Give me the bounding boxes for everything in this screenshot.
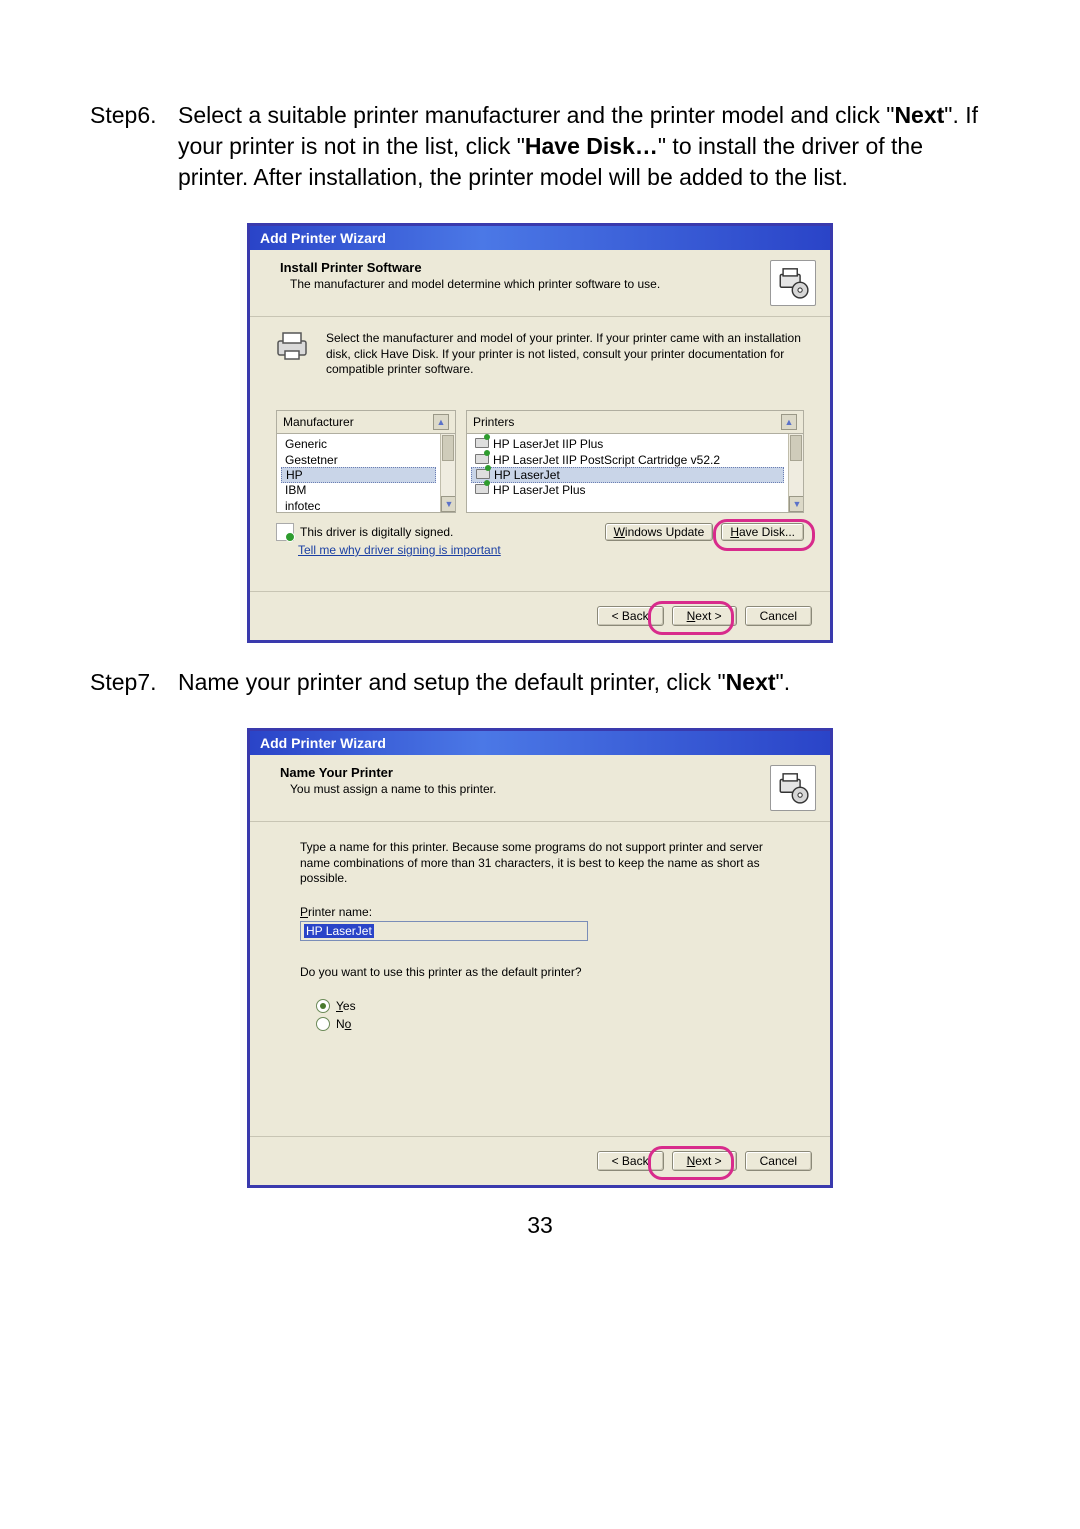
- printer-icon: [276, 331, 312, 361]
- next-button[interactable]: Next >: [672, 606, 737, 626]
- step6-havedisk-bold: Have Disk…: [525, 133, 658, 159]
- back-button[interactable]: < Back: [597, 1151, 664, 1171]
- printer-signed-icon: [475, 484, 489, 496]
- radio-yes[interactable]: Yes: [300, 999, 790, 1013]
- printers-list-header: Printers ▲: [466, 410, 804, 434]
- printer-name-value: HP LaserJet: [304, 924, 374, 938]
- signed-driver-text: This driver is digitally signed.: [300, 525, 453, 539]
- scrollbar-thumb[interactable]: [790, 435, 802, 461]
- list-item[interactable]: IBM: [277, 482, 440, 498]
- driver-signing-link[interactable]: Tell me why driver signing is important: [298, 543, 501, 557]
- scroll-down-icon[interactable]: ▼: [789, 496, 804, 512]
- step6-next-bold: Next: [894, 102, 944, 128]
- step7-label: Step7.: [90, 667, 178, 698]
- wizard1-header-sub: The manufacturer and model determine whi…: [280, 277, 762, 291]
- list-item[interactable]: infotec: [277, 498, 440, 513]
- wizard2-header: Name Your Printer You must assign a name…: [250, 755, 830, 822]
- printer-signed-icon: [476, 469, 490, 481]
- manufacturer-list-header: Manufacturer ▲: [276, 410, 456, 434]
- step6-label: Step6.: [90, 100, 178, 131]
- printers-list[interactable]: HP LaserJet IIP PlusHP LaserJet IIP Post…: [466, 434, 804, 513]
- default-printer-question: Do you want to use this printer as the d…: [300, 965, 790, 981]
- printer-name-label: Printer name:: [300, 905, 790, 919]
- wizard1-body-msg: Select the manufacturer and model of you…: [326, 331, 804, 378]
- signed-driver-icon: [276, 523, 294, 541]
- step7-next-bold: Next: [726, 669, 776, 695]
- step6-block: Step6. Select a suitable printer manufac…: [90, 100, 990, 193]
- list-item[interactable]: HP LaserJet Plus: [467, 482, 788, 498]
- step7-block: Step7. Name your printer and setup the d…: [90, 667, 990, 698]
- back-button[interactable]: < Back: [597, 606, 664, 626]
- wizard2-header-title: Name Your Printer: [280, 765, 762, 780]
- wizard1-header-title: Install Printer Software: [280, 260, 762, 275]
- wizard1-title: Add Printer Wizard: [250, 226, 830, 250]
- cancel-button[interactable]: Cancel: [745, 1151, 812, 1171]
- have-disk-button[interactable]: Have Disk...: [721, 523, 804, 541]
- step7-text-post: ".: [776, 669, 791, 695]
- page-number: 33: [90, 1212, 990, 1239]
- manufacturer-header-label: Manufacturer: [283, 415, 354, 429]
- printer-name-input[interactable]: HP LaserJet: [300, 921, 588, 941]
- wizard2-title: Add Printer Wizard: [250, 731, 830, 755]
- list-item[interactable]: Gestetner: [277, 452, 440, 468]
- manufacturer-list[interactable]: GenericGestetnerHPIBMinfotec ▼: [276, 434, 456, 513]
- list-item[interactable]: Generic: [277, 436, 440, 452]
- wizard2-header-sub: You must assign a name to this printer.: [280, 782, 762, 796]
- wizard1-header: Install Printer Software The manufacture…: [250, 250, 830, 317]
- step7-text: Name your printer and setup the default …: [178, 667, 990, 698]
- list-item[interactable]: HP: [281, 467, 436, 483]
- step6-text-pre: Select a suitable printer manufacturer a…: [178, 102, 894, 128]
- windows-update-button[interactable]: Windows Update: [605, 523, 714, 541]
- radio-no[interactable]: No: [300, 1017, 790, 1031]
- printer-signed-icon: [475, 438, 489, 450]
- printers-header-label: Printers: [473, 415, 514, 429]
- wizard-name-your-printer: Add Printer Wizard Name Your Printer You…: [247, 728, 833, 1188]
- list-item[interactable]: HP LaserJet IIP Plus: [467, 436, 788, 452]
- scroll-down-icon[interactable]: ▼: [441, 496, 456, 512]
- list-item[interactable]: HP LaserJet IIP PostScript Cartridge v52…: [467, 452, 788, 468]
- wizard-install-printer-software: Add Printer Wizard Install Printer Softw…: [247, 223, 833, 643]
- printer-cd-icon: [770, 765, 816, 811]
- scroll-up-icon[interactable]: ▲: [781, 414, 797, 430]
- step6-text: Select a suitable printer manufacturer a…: [178, 100, 990, 193]
- wizard2-body-msg: Type a name for this printer. Because so…: [300, 840, 790, 887]
- scrollbar-thumb[interactable]: [442, 435, 454, 461]
- next-button[interactable]: Next >: [672, 1151, 737, 1171]
- list-item[interactable]: HP LaserJet: [471, 467, 784, 483]
- step7-text-pre: Name your printer and setup the default …: [178, 669, 726, 695]
- printer-cd-icon: [770, 260, 816, 306]
- scroll-up-icon[interactable]: ▲: [433, 414, 449, 430]
- cancel-button[interactable]: Cancel: [745, 606, 812, 626]
